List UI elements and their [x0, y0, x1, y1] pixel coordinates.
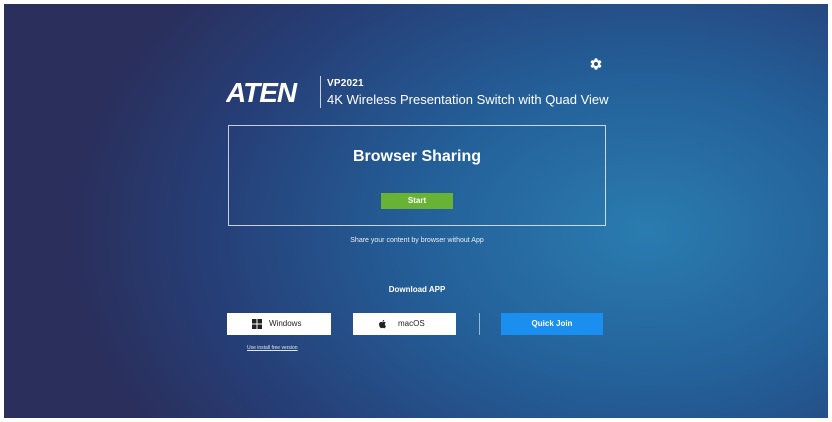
windows-download-button[interactable]: Windows [227, 313, 331, 335]
download-app-label: Download APP [388, 285, 446, 294]
windows-label: Windows [269, 319, 302, 328]
share-description: Share your content by browser without Ap… [350, 237, 484, 244]
start-button[interactable]: Start [381, 193, 453, 209]
install-free-version-link[interactable]: Use install free version [247, 345, 298, 351]
aten-logo: ATEN [226, 78, 314, 106]
app-background: ATEN VP2021 4K Wireless Presentation Swi… [4, 4, 828, 418]
quick-join-button[interactable]: Quick Join [501, 313, 603, 335]
browser-sharing-title: Browser Sharing [352, 148, 482, 165]
apple-icon [378, 319, 388, 329]
button-divider [479, 313, 480, 335]
brand-divider [320, 76, 321, 108]
macos-download-button[interactable]: macOS [353, 313, 456, 335]
gear-icon[interactable] [589, 57, 603, 71]
model-number: VP2021 [327, 78, 364, 89]
windows-icon [252, 319, 262, 329]
browser-sharing-panel: Browser Sharing Start [228, 125, 606, 226]
svg-text:ATEN: ATEN [226, 78, 298, 106]
product-name: 4K Wireless Presentation Switch with Qua… [327, 92, 609, 107]
macos-label: macOS [398, 319, 425, 328]
